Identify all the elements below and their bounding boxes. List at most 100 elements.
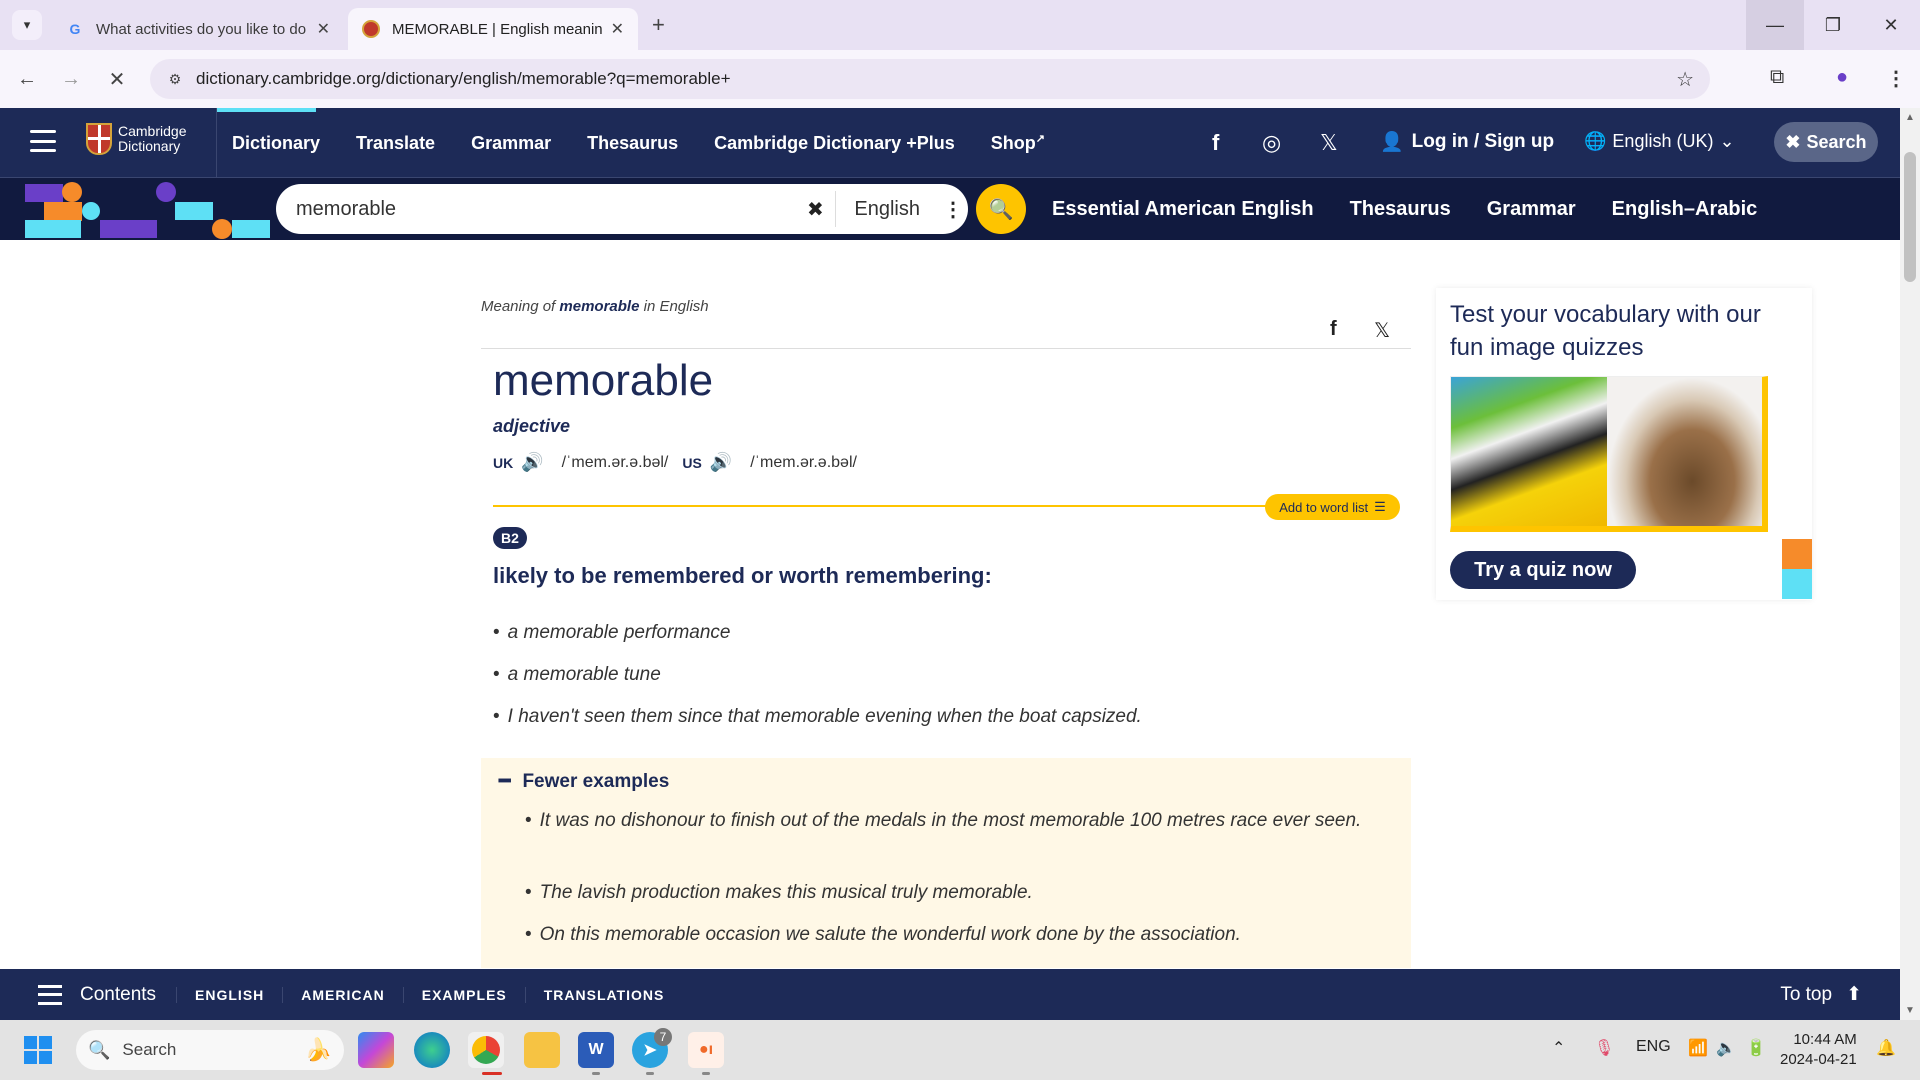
site-header: Cambridge Dictionary Dictionary Translat… xyxy=(0,108,1900,178)
parrot-image xyxy=(1451,377,1607,526)
nav-plus[interactable]: Cambridge Dictionary +Plus xyxy=(714,133,955,154)
scroll-down-icon[interactable]: ▼ xyxy=(1905,1005,1915,1016)
restore-button[interactable]: ❐ xyxy=(1804,0,1862,50)
page-scrollbar[interactable]: ▲ ▼ xyxy=(1900,108,1920,1020)
address-bar[interactable]: ⚙ dictionary.cambridge.org/dictionary/en… xyxy=(150,59,1710,99)
subnav-grammar[interactable]: Grammar xyxy=(1487,198,1576,221)
instagram-icon[interactable]: ◎ xyxy=(1262,130,1281,156)
section-link-translations[interactable]: TRANSLATIONS xyxy=(524,986,683,1003)
search-submit-button[interactable]: 🔍 xyxy=(976,184,1026,234)
close-tab-icon[interactable]: ✕ xyxy=(317,19,330,39)
dictionary-selector[interactable]: English xyxy=(836,198,938,221)
arrow-left-icon: ← xyxy=(17,67,37,90)
toggle-label: Fewer examples xyxy=(522,771,670,792)
quiz-title: Test your vocabulary with our fun image … xyxy=(1450,301,1761,361)
clear-search-icon[interactable]: ✖ xyxy=(795,197,835,222)
extensions-icon[interactable]: ⧉ xyxy=(1770,66,1784,89)
new-tab-button[interactable]: + xyxy=(652,12,665,38)
search-input[interactable]: memorable xyxy=(276,198,795,221)
stop-loading-button[interactable]: ✕ xyxy=(102,64,132,94)
cambridge-logo[interactable]: Cambridge Dictionary xyxy=(86,123,186,155)
nav-dictionary[interactable]: Dictionary xyxy=(232,133,320,154)
windows-taskbar: 🔍 Search 🍌 W ➤ 7 ●ı ⌃ 🎙 ENG 📶 🔈 🔋 10:44 … xyxy=(0,1020,1920,1080)
app-icon[interactable]: ●ı xyxy=(688,1032,724,1068)
search-icon: 🔍 xyxy=(988,198,1014,221)
tab-title: What activities do you like to do xyxy=(96,20,307,38)
section-link-american[interactable]: AMERICAN xyxy=(282,986,402,1003)
clock[interactable]: 10:44 AM 2024-04-21 xyxy=(1780,1030,1857,1070)
login-link[interactable]: 👤 Log in / Sign up xyxy=(1380,130,1554,154)
taskbar-search[interactable]: 🔍 Search 🍌 xyxy=(76,1030,344,1070)
pronunciation: UK 🔊 /ˈmem.ər.ə.bəl/ US 🔊 /ˈmem.ər.ə.bəl… xyxy=(493,452,857,473)
nav-grammar[interactable]: Grammar xyxy=(471,133,551,154)
close-window-button[interactable]: ✕ xyxy=(1862,0,1920,50)
example: • It was no dishonour to finish out of th… xyxy=(525,810,1362,831)
scrollbar-thumb[interactable] xyxy=(1904,152,1916,282)
file-explorer-icon[interactable] xyxy=(524,1032,560,1068)
browser-menu-icon[interactable]: ⋮ xyxy=(1886,66,1906,91)
word-icon[interactable]: W xyxy=(578,1032,614,1068)
language-selector[interactable]: 🌐 English (UK) ⌄ xyxy=(1584,131,1735,152)
quiz-images[interactable] xyxy=(1450,376,1768,532)
close-tab-icon[interactable]: ✕ xyxy=(611,19,624,39)
bookmark-star-icon[interactable]: ☆ xyxy=(1676,67,1694,92)
section-link-examples[interactable]: EXAMPLES xyxy=(402,986,525,1003)
microphone-icon[interactable]: 🎙 xyxy=(1594,1038,1614,1058)
chrome-icon[interactable] xyxy=(468,1032,504,1068)
tab-google-search[interactable]: G What activities do you like to do ✕ xyxy=(52,8,344,50)
contents-bar: Contents ENGLISH AMERICAN EXAMPLES TRANS… xyxy=(0,969,1900,1020)
tab-cambridge-dictionary[interactable]: MEMORABLE | English meaning ✕ xyxy=(348,8,638,50)
copilot-icon[interactable] xyxy=(358,1032,394,1068)
subnav-thesaurus[interactable]: Thesaurus xyxy=(1350,198,1451,221)
volume-icon[interactable]: 🔈 xyxy=(1716,1038,1736,1058)
site-settings-icon[interactable]: ⚙ xyxy=(160,71,190,88)
tab-search-button[interactable]: ▾ xyxy=(12,10,42,40)
contents-button[interactable]: Contents xyxy=(80,984,156,1006)
subnav-english-arabic[interactable]: English–Arabic xyxy=(1612,198,1758,221)
nav-shop[interactable]: Shop↗ xyxy=(991,132,1045,154)
breadcrumb-prefix: Meaning of xyxy=(481,298,556,315)
speaker-us-icon[interactable]: 🔊 xyxy=(710,452,732,473)
active-app-indicator xyxy=(482,1072,502,1075)
divider xyxy=(481,348,1411,349)
hamburger-menu-icon[interactable] xyxy=(30,130,56,152)
fewer-examples-toggle[interactable]: ━ Fewer examples xyxy=(499,770,669,793)
more-options-icon[interactable]: ⋮ xyxy=(938,197,968,222)
nav-shop-label: Shop xyxy=(990,133,1036,153)
contents-menu-icon[interactable] xyxy=(38,984,62,1005)
profile-avatar-icon[interactable]: ● xyxy=(1836,66,1848,89)
app-indicator xyxy=(702,1072,710,1075)
search-toggle-label: Search xyxy=(1806,131,1867,152)
input-language[interactable]: ENG xyxy=(1636,1038,1671,1056)
clock-time: 10:44 AM xyxy=(1793,1031,1857,1048)
windows-start-icon[interactable] xyxy=(24,1036,52,1064)
battery-icon[interactable]: 🔋 xyxy=(1746,1038,1766,1058)
example-text: On this memorable occasion we salute the… xyxy=(539,924,1241,945)
forward-button[interactable]: → xyxy=(56,64,86,94)
minimize-button[interactable]: — xyxy=(1746,0,1804,50)
share-x-icon[interactable]: 𝕏 xyxy=(1374,318,1390,343)
share-facebook-icon[interactable]: f xyxy=(1330,318,1337,341)
nav-thesaurus[interactable]: Thesaurus xyxy=(587,133,678,154)
show-hidden-icons-chevron[interactable]: ⌃ xyxy=(1552,1038,1565,1058)
browser-tab-strip: ▾ G What activities do you like to do ✕ … xyxy=(0,0,1920,50)
url-text[interactable]: dictionary.cambridge.org/dictionary/engl… xyxy=(196,69,731,89)
scroll-up-icon[interactable]: ▲ xyxy=(1905,112,1915,123)
wifi-icon[interactable]: 📶 xyxy=(1688,1038,1708,1058)
to-top-button[interactable]: To top ⬆ xyxy=(1780,983,1862,1006)
arrow-right-icon: → xyxy=(61,67,81,90)
speaker-uk-icon[interactable]: 🔊 xyxy=(521,452,543,473)
subnav-essential-american[interactable]: Essential American English xyxy=(1052,198,1314,221)
divider xyxy=(493,505,1273,507)
add-to-word-list-button[interactable]: Add to word list ☰ xyxy=(1265,494,1400,520)
try-quiz-button[interactable]: Try a quiz now xyxy=(1450,551,1636,589)
nav-translate[interactable]: Translate xyxy=(356,133,435,154)
edge-icon[interactable] xyxy=(414,1032,450,1068)
notifications-bell-icon[interactable]: 🔔 xyxy=(1876,1038,1896,1058)
back-button[interactable]: ← xyxy=(12,64,42,94)
facebook-icon[interactable]: f xyxy=(1212,130,1219,156)
x-twitter-icon[interactable]: 𝕏 xyxy=(1320,130,1338,156)
search-toggle-button[interactable]: ✖ Search xyxy=(1774,122,1878,162)
main-nav: Dictionary Translate Grammar Thesaurus C… xyxy=(232,108,1081,178)
section-link-english[interactable]: ENGLISH xyxy=(176,986,282,1003)
